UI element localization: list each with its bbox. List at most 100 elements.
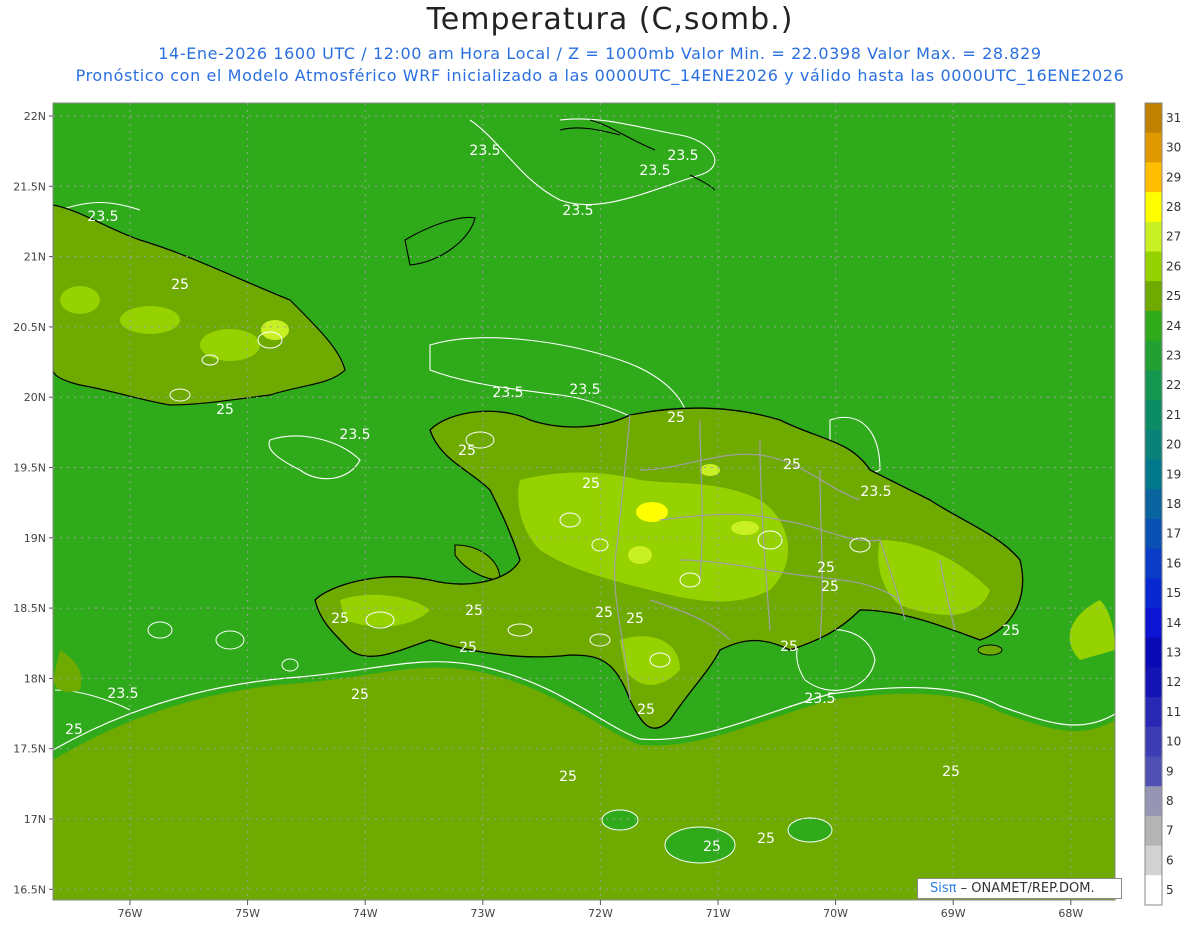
- colorbar-label: 9: [1166, 764, 1174, 778]
- lat-label: 17.5N: [13, 743, 46, 756]
- contour-label: 23.5: [804, 691, 835, 707]
- credit-text: – ONAMET/REP.DOM.: [956, 881, 1095, 896]
- contour-label: 23.5: [492, 385, 523, 401]
- colorbar-label: 7: [1166, 824, 1174, 838]
- contour-label: 23.5: [469, 143, 500, 159]
- colorbar-swatch: [1145, 251, 1162, 282]
- lon-label: 72W: [588, 907, 613, 920]
- colorbar-swatch: [1145, 548, 1162, 579]
- colorbar-label: 24: [1166, 319, 1181, 333]
- contour-label: 25: [351, 687, 369, 703]
- contour-label: 25: [331, 611, 349, 627]
- contour-label: 25: [465, 603, 483, 619]
- colorbar-swatch: [1145, 637, 1162, 668]
- colorbar-swatch: [1145, 786, 1162, 817]
- colorbar-label: 16: [1166, 556, 1181, 570]
- map-area: [53, 103, 1115, 900]
- colorbar-swatch: [1145, 726, 1162, 757]
- colorbar-label: 26: [1166, 259, 1181, 273]
- lat-label: 20.5N: [13, 321, 46, 334]
- colorbar-swatch: [1145, 667, 1162, 698]
- contour-label: 25: [703, 839, 721, 855]
- contour-label: 25: [458, 443, 476, 459]
- colorbar-label: 11: [1166, 705, 1181, 719]
- colorbar-label: 18: [1166, 497, 1181, 511]
- lon-label: 74W: [353, 907, 378, 920]
- contour-label: 25: [595, 605, 613, 621]
- contour-label: 25: [582, 476, 600, 492]
- colorbar-label: 21: [1166, 408, 1181, 422]
- colorbar: 31 30 29 28 27 26 25 24 23 22 21 20 19 18 17 16 15 14 13 12…: [1145, 103, 1181, 906]
- colorbar-label: 6: [1166, 853, 1174, 867]
- colorbar-label: 17: [1166, 527, 1181, 541]
- colorbar-swatch: [1145, 845, 1162, 876]
- lat-label: 17N: [24, 813, 46, 826]
- colorbar-label: 15: [1166, 586, 1181, 600]
- lon-label: 75W: [235, 907, 260, 920]
- contour-label: 25: [783, 457, 801, 473]
- contour-label: 25: [1002, 623, 1020, 639]
- contour-label: 25: [65, 722, 83, 738]
- contour-label: 25: [667, 410, 685, 426]
- lon-label: 69W: [941, 907, 966, 920]
- contour-label: 25: [821, 579, 839, 595]
- colorbar-swatch: [1145, 370, 1162, 401]
- contour-label: 23.5: [639, 163, 670, 179]
- contour-label: 23.5: [562, 203, 593, 219]
- sispi-logo: Sisπ: [930, 881, 957, 896]
- colorbar-label: 5: [1166, 883, 1174, 897]
- colorbar-label: 22: [1166, 378, 1181, 392]
- colorbar-swatch: [1145, 518, 1162, 550]
- colorbar-label: 27: [1166, 230, 1181, 244]
- hot-patch: [60, 286, 100, 314]
- colorbar-swatch: [1145, 815, 1162, 847]
- colorbar-label: 13: [1166, 646, 1181, 660]
- lon-label: 68W: [1058, 907, 1083, 920]
- contour-label: 25: [626, 611, 644, 627]
- colorbar-swatch: [1145, 162, 1162, 193]
- lat-label: 19.5N: [13, 462, 46, 475]
- contour-label: 25: [171, 277, 189, 293]
- colorbar-swatch: [1145, 429, 1162, 460]
- colorbar-swatch: [1145, 103, 1162, 134]
- lat-label: 21.5N: [13, 180, 46, 193]
- colorbar-swatch: [1145, 310, 1162, 342]
- colorbar-swatch: [1145, 459, 1162, 490]
- colorbar-swatch: [1145, 697, 1162, 728]
- colorbar-swatch: [1145, 607, 1162, 639]
- colorbar-swatch: [1145, 578, 1162, 609]
- lat-label: 18N: [24, 672, 46, 685]
- contour-label: 23.5: [569, 382, 600, 398]
- lon-label: 73W: [470, 907, 495, 920]
- lat-label: 18.5N: [13, 602, 46, 615]
- colorbar-label: 10: [1166, 735, 1181, 749]
- lat-label: 19N: [24, 532, 46, 545]
- credit-badge: Sisπ – ONAMET/REP.DOM.: [917, 878, 1122, 899]
- colorbar-label: 20: [1166, 438, 1181, 452]
- latitude-labels: 22N 21.5N 21N 20.5N 20N 19.5N 19N 18.5N 18N 17.5N…: [13, 110, 46, 896]
- colorbar-swatch: [1145, 192, 1162, 223]
- colorbar-label: 8: [1166, 794, 1174, 808]
- lat-label: 20N: [24, 391, 46, 404]
- contour-label: 23.5: [339, 427, 370, 443]
- contour-label: 25: [216, 402, 234, 418]
- colorbar-label: 31: [1166, 111, 1181, 125]
- contour-label: 25: [637, 702, 655, 718]
- contour-label: 25: [817, 560, 835, 576]
- lon-label: 76W: [118, 907, 143, 920]
- lat-label: 16.5N: [13, 883, 46, 896]
- colorbar-swatch: [1145, 281, 1162, 312]
- colorbar-label: 28: [1166, 200, 1181, 214]
- contour-label: 25: [942, 764, 960, 780]
- contour-label: 25: [459, 640, 477, 656]
- colorbar-swatch: [1145, 489, 1162, 520]
- longitude-labels: 76W 75W 74W 73W 72W 71W 70W 69W 68W: [118, 907, 1084, 920]
- contour-label: 23.5: [87, 209, 118, 225]
- temperature-map: 22N 21.5N 21N 20.5N 20N 19.5N 19N 18.5N 18N 17.5N…: [13, 102, 1181, 920]
- contour-label: 25: [757, 831, 775, 847]
- colorbar-label: 30: [1166, 141, 1181, 155]
- colorbar-swatch: [1145, 132, 1162, 163]
- colorbar-swatch: [1145, 756, 1162, 787]
- colorbar-label: 12: [1166, 675, 1181, 689]
- colorbar-label: 14: [1166, 616, 1181, 630]
